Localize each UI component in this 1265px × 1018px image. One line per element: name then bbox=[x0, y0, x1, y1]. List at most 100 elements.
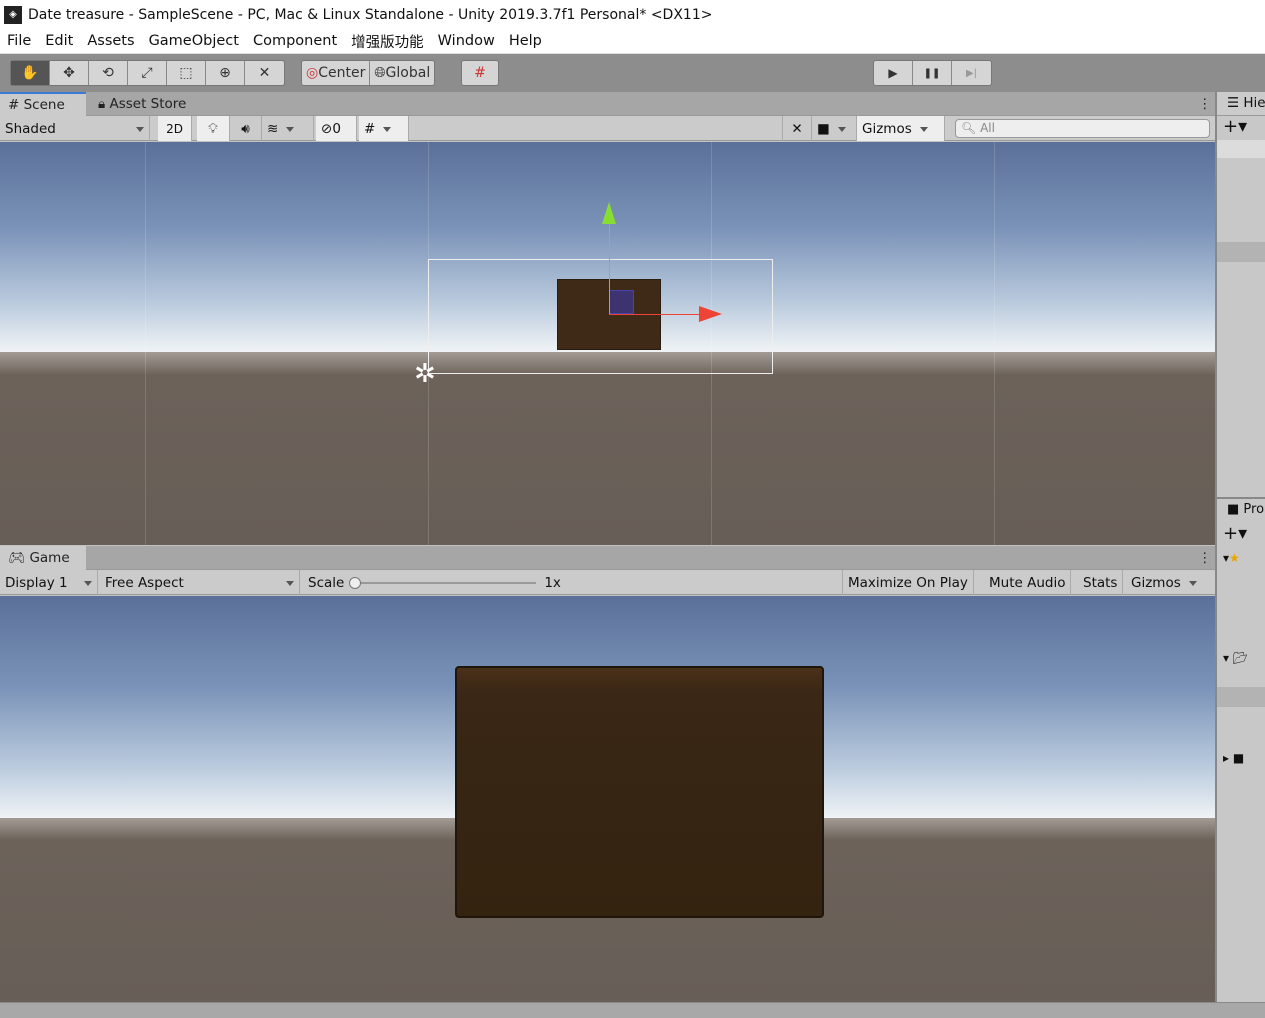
scene-search-input[interactable]: 🔍︎ All bbox=[955, 119, 1210, 138]
menu-component[interactable]: Component bbox=[246, 33, 344, 49]
gamepad-icon: 🎮︎ bbox=[8, 550, 30, 566]
tools-icon[interactable]: ✕ bbox=[782, 116, 812, 141]
star-icon: ★ bbox=[1229, 551, 1240, 565]
camera-dropdown[interactable]: ■ bbox=[812, 116, 857, 141]
menu-enhanced[interactable]: 增强版功能 bbox=[344, 31, 431, 52]
camera-gizmo-icon: ✲ bbox=[414, 359, 436, 389]
shading-dropdown[interactable]: Shaded bbox=[0, 116, 150, 141]
transform-tools: ✋ ✥ ⟲ ⤢ ⬚ ⊕ ✕ bbox=[10, 60, 285, 86]
x-arrow-icon[interactable] bbox=[699, 306, 722, 322]
move-gizmo-plane[interactable] bbox=[609, 290, 634, 314]
pivot-icon: ◎ bbox=[306, 65, 319, 81]
hierarchy-row[interactable] bbox=[1217, 140, 1265, 158]
right-dock: ☰ Hie +▾ ■ Pro +▾ ▾★ ▾ 📂︎ ▸ ■ bbox=[1215, 92, 1265, 1002]
aspect-dropdown[interactable]: Free Aspect bbox=[100, 570, 300, 595]
step-button[interactable]: ▶| bbox=[952, 61, 991, 85]
pivot-tools: ◎ Center 🌐︎ Global bbox=[301, 60, 436, 86]
favorites-item[interactable]: ▾★ bbox=[1223, 551, 1240, 565]
maximize-on-play-toggle[interactable]: Maximize On Play bbox=[842, 570, 974, 595]
grid-icon: # bbox=[364, 120, 376, 137]
camera-icon: ■ bbox=[817, 120, 830, 137]
packages-folder-item[interactable]: ▸ ■ bbox=[1223, 751, 1244, 765]
menu-edit[interactable]: Edit bbox=[38, 33, 80, 49]
tab-label: Asset Store bbox=[109, 96, 187, 112]
audio-icon[interactable]: 🔊︎ bbox=[230, 116, 262, 141]
game-gizmos-dropdown[interactable]: Gizmos bbox=[1126, 570, 1202, 595]
scene-tab-bar: # Scene 🔒︎ Asset Store ⋮ bbox=[0, 92, 1215, 116]
scale-tool-icon[interactable]: ⤢ bbox=[128, 61, 167, 85]
grid-line bbox=[145, 142, 146, 545]
display-dropdown[interactable]: Display 1 bbox=[0, 570, 98, 595]
menu-file[interactable]: File bbox=[0, 33, 38, 49]
tab-hierarchy[interactable]: ☰ Hie bbox=[1217, 92, 1265, 116]
scale-slider[interactable] bbox=[349, 576, 537, 589]
shading-label: Shaded bbox=[5, 120, 56, 137]
play-controls: ▶ ❚❚ ▶| bbox=[873, 60, 992, 86]
hidden-count: 0 bbox=[332, 120, 341, 137]
grid-line bbox=[994, 142, 995, 545]
tab-asset-store[interactable]: 🔒︎ Asset Store bbox=[90, 92, 194, 116]
game-toolbar: Display 1 Free Aspect Scale 1x Maximize … bbox=[0, 570, 1215, 595]
gizmos-dropdown[interactable]: Gizmos bbox=[857, 116, 945, 141]
stats-toggle[interactable]: Stats bbox=[1078, 570, 1124, 595]
scale-label: Scale bbox=[308, 574, 345, 591]
y-axis-handle[interactable] bbox=[609, 220, 610, 314]
hierarchy-row-selected[interactable] bbox=[1217, 242, 1265, 262]
rotate-tool-icon[interactable]: ⟲ bbox=[89, 61, 128, 85]
tab-game[interactable]: 🎮︎ Game bbox=[0, 546, 86, 570]
space-global-button[interactable]: 🌐︎ Global bbox=[370, 61, 434, 85]
project-row-selected[interactable] bbox=[1217, 687, 1265, 707]
unity-logo-icon: ◈ bbox=[4, 5, 22, 24]
tab-label: Pro bbox=[1243, 502, 1265, 517]
scale-value: 1x bbox=[544, 574, 561, 591]
window-title: Date treasure - SampleScene - PC, Mac & … bbox=[28, 6, 713, 23]
tab-scene[interactable]: # Scene bbox=[0, 92, 86, 116]
game-view[interactable] bbox=[0, 596, 1215, 1002]
tab-label: Game bbox=[29, 550, 70, 566]
tab-project[interactable]: ■ Pro bbox=[1217, 499, 1265, 523]
scene-toolbar: Shaded 2D 💡︎ 🔊︎ ≋ ⊘ 0 # ✕ ■ Gizmos 🔍︎ All bbox=[0, 116, 1215, 141]
hand-tool-icon[interactable]: ✋ bbox=[11, 61, 50, 85]
search-icon: 🔍︎ bbox=[961, 121, 981, 135]
scene-view[interactable]: ✲ bbox=[0, 142, 1215, 545]
scene-icon: # bbox=[8, 97, 24, 113]
grid-dropdown[interactable]: # bbox=[359, 116, 409, 141]
play-button[interactable]: ▶ bbox=[874, 61, 913, 85]
custom-tool-icon[interactable]: ✕ bbox=[245, 61, 284, 85]
pivot-center-button[interactable]: ◎ Center bbox=[302, 61, 371, 85]
menu-bar: File Edit Assets GameObject Component 增强… bbox=[0, 29, 1265, 54]
gizmos-label: Gizmos bbox=[1131, 574, 1181, 591]
gizmos-label: Gizmos bbox=[862, 120, 912, 137]
scale-slider-thumb[interactable] bbox=[349, 576, 362, 589]
project-panel: ■ Pro +▾ ▾★ ▾ 📂︎ ▸ ■ bbox=[1217, 497, 1265, 1002]
snap-group: # bbox=[461, 60, 499, 86]
grid-snap-icon[interactable]: # bbox=[462, 61, 498, 85]
hierarchy-add-button[interactable]: +▾ bbox=[1223, 116, 1247, 137]
lighting-icon[interactable]: 💡︎ bbox=[197, 116, 230, 141]
transform-tool-icon[interactable]: ⊕ bbox=[206, 61, 245, 85]
space-label: Global bbox=[385, 65, 431, 81]
pause-button[interactable]: ❚❚ bbox=[913, 61, 952, 85]
pivot-label: Center bbox=[318, 65, 366, 81]
status-bar bbox=[0, 1002, 1265, 1018]
assets-folder-item[interactable]: ▾ 📂︎ bbox=[1223, 651, 1248, 665]
menu-window[interactable]: Window bbox=[431, 33, 502, 49]
eye-slash-icon: ⊘ bbox=[321, 120, 333, 137]
move-tool-icon[interactable]: ✥ bbox=[50, 61, 89, 85]
search-placeholder: All bbox=[980, 121, 995, 135]
rect-tool-icon[interactable]: ⬚ bbox=[167, 61, 206, 85]
menu-help[interactable]: Help bbox=[502, 33, 549, 49]
mute-audio-toggle[interactable]: Mute Audio bbox=[984, 570, 1072, 595]
menu-gameobject[interactable]: GameObject bbox=[142, 33, 246, 49]
effects-dropdown[interactable]: ≋ bbox=[262, 116, 314, 141]
y-arrow-icon[interactable] bbox=[602, 202, 616, 224]
effects-icon: ≋ bbox=[267, 120, 279, 137]
game-tab-bar: 🎮︎ Game ⋮ bbox=[0, 546, 1215, 570]
project-add-button[interactable]: +▾ bbox=[1223, 523, 1247, 544]
x-axis-handle[interactable] bbox=[609, 314, 701, 315]
2d-toggle[interactable]: 2D bbox=[158, 116, 192, 141]
treasure-box-sprite bbox=[455, 666, 824, 918]
hidden-objects-toggle[interactable]: ⊘ 0 bbox=[316, 116, 357, 141]
display-label: Display 1 bbox=[5, 574, 68, 591]
menu-assets[interactable]: Assets bbox=[80, 33, 141, 49]
